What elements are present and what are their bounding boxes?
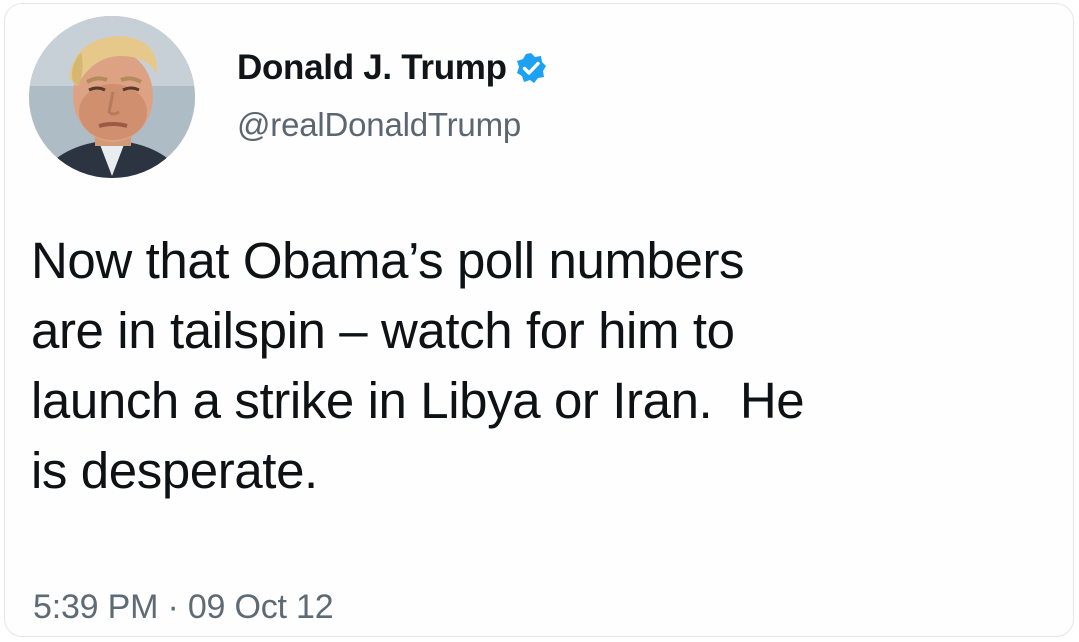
author-avatar[interactable] [29, 16, 195, 178]
author-handle[interactable]: @realDonaldTrump [237, 106, 521, 144]
tweet-text-line: launch a strike in Libya or Iran. He [31, 372, 805, 429]
tweet-timestamp[interactable]: 5:39 PM · 09 Oct 12 [33, 588, 334, 627]
tweet-text-line: are in tailspin – watch for him to [31, 302, 735, 359]
tweet-body: Now that Obama’s poll numbers are in tai… [31, 226, 1061, 506]
verified-badge-icon [515, 52, 547, 84]
tweet-text-line: Now that Obama’s poll numbers [31, 232, 745, 289]
author-display-name[interactable]: Donald J. Trump [237, 48, 507, 88]
avatar-photo [29, 16, 195, 178]
tweet-card[interactable]: Donald J. Trump @realDonaldTrump Now tha… [4, 3, 1074, 637]
author-name-row: Donald J. Trump [237, 46, 547, 90]
tweet-text-line: is desperate. [31, 442, 318, 499]
